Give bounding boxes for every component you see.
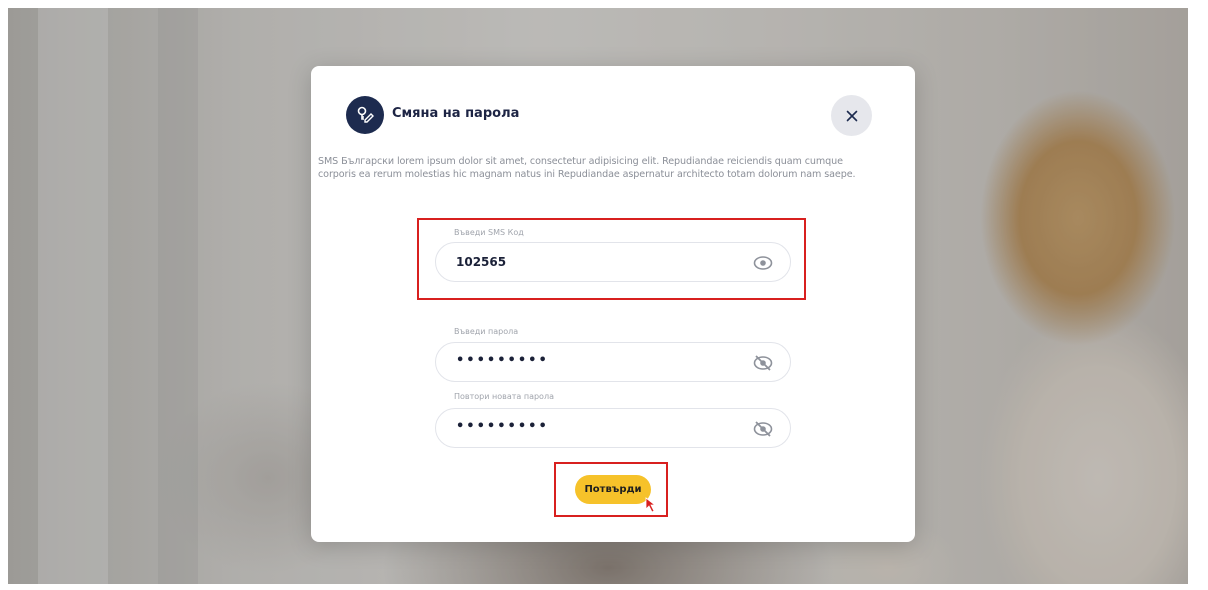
password-repeat-label: Повтори новата парола xyxy=(454,392,554,401)
password-repeat-value[interactable]: ••••••••• xyxy=(456,419,549,434)
password-value[interactable]: ••••••••• xyxy=(456,353,549,368)
password-repeat-field[interactable]: ••••••••• xyxy=(435,408,791,448)
modal-title: Смяна на парола xyxy=(392,106,520,121)
eye-off-icon[interactable] xyxy=(753,419,773,439)
change-password-modal: Смяна на парола SMS Български lorem ipsu… xyxy=(311,66,915,542)
close-button[interactable] xyxy=(831,95,872,136)
highlight-box-sms xyxy=(417,218,806,300)
password-label: Въведи парола xyxy=(454,327,519,336)
eye-off-icon[interactable] xyxy=(753,353,773,373)
mouse-cursor-icon xyxy=(645,497,657,513)
password-field[interactable]: ••••••••• xyxy=(435,342,791,382)
key-edit-icon xyxy=(346,96,384,134)
close-icon xyxy=(846,110,857,121)
modal-description: SMS Български lorem ipsum dolor sit amet… xyxy=(318,156,856,180)
